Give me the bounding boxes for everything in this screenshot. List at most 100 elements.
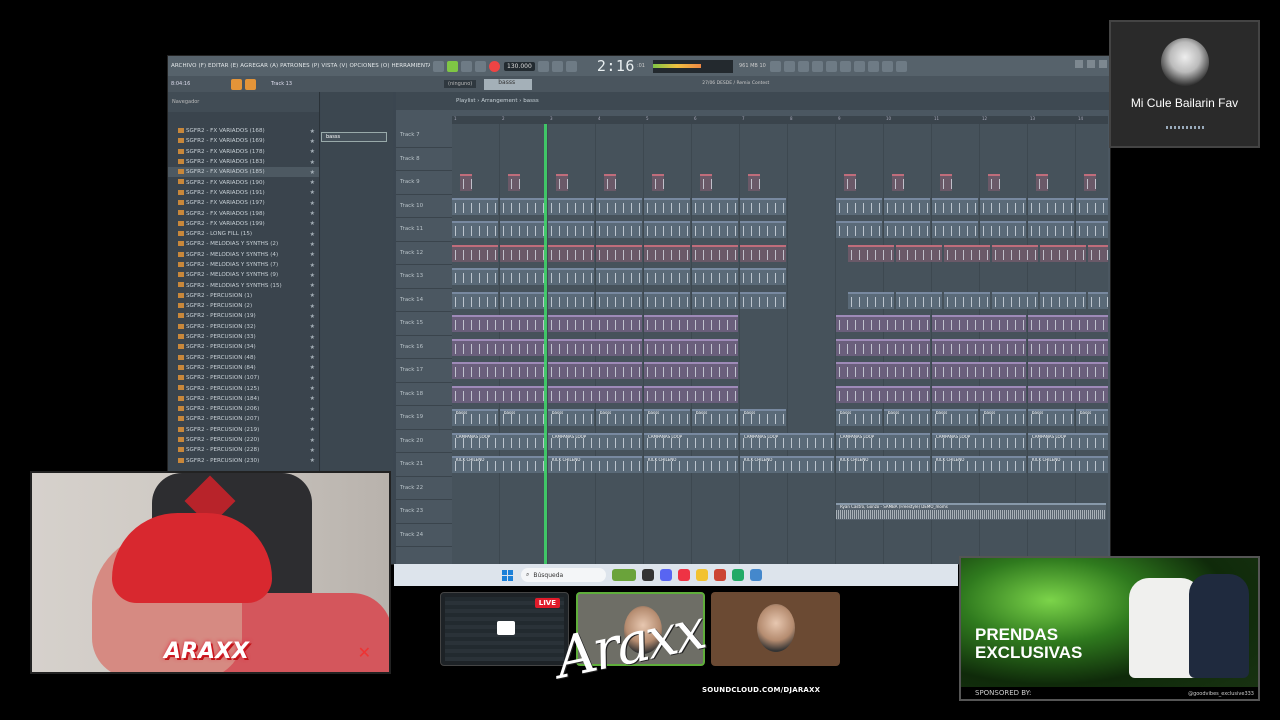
plugin-icon[interactable] (867, 60, 879, 72)
pattern-clip[interactable] (1028, 197, 1074, 215)
favorite-star-icon[interactable]: ★ (310, 447, 315, 454)
pattern-clip[interactable] (452, 338, 546, 356)
pattern-clip[interactable] (1028, 385, 1108, 403)
pattern-clip[interactable] (944, 244, 990, 262)
track-label[interactable]: Track 19 (396, 406, 452, 430)
pattern-clip[interactable] (452, 197, 498, 215)
transport-pattern-song-toggle[interactable] (433, 60, 444, 72)
task-view-icon[interactable] (642, 569, 654, 581)
track-label[interactable]: Track 18 (396, 383, 452, 406)
pattern-clip[interactable]: basss (1076, 409, 1108, 426)
favorite-star-icon[interactable]: ★ (310, 385, 315, 392)
pattern-clip[interactable] (452, 291, 498, 309)
playhead[interactable] (544, 124, 547, 564)
pattern-clip[interactable] (548, 244, 594, 262)
pattern-clip[interactable] (940, 174, 952, 191)
browser-item[interactable]: SGFR2 - PERCUSION (125) ★ (168, 383, 319, 393)
pattern-clip[interactable] (596, 197, 642, 215)
audio-clip[interactable]: Ryan Castro, Gonzo - SAMBA (Freestyle) D… (836, 503, 1106, 520)
favorite-star-icon[interactable]: ★ (310, 375, 315, 382)
mic-icon[interactable] (797, 60, 809, 72)
pattern-clip[interactable] (848, 244, 894, 262)
minimize-icon[interactable] (1075, 60, 1083, 68)
channel-rack-icon[interactable] (839, 60, 851, 72)
favorite-star-icon[interactable]: ★ (310, 220, 315, 227)
pattern-clip[interactable] (1028, 315, 1108, 332)
pattern-clip[interactable] (452, 315, 546, 332)
folder-icon[interactable] (696, 569, 708, 581)
pattern-clip[interactable] (896, 291, 942, 309)
pattern-clip[interactable] (892, 174, 904, 191)
pattern-clip[interactable] (500, 221, 546, 238)
pattern-clip[interactable] (836, 385, 930, 403)
favorite-star-icon[interactable]: ★ (310, 262, 315, 269)
pattern-clip[interactable] (500, 244, 546, 262)
track-label[interactable]: Track 22 (396, 477, 452, 500)
pattern-clip[interactable] (692, 197, 738, 215)
browser-item[interactable]: SGFR2 - PERCUSION (32) ★ (168, 322, 319, 332)
pattern-clip[interactable] (836, 315, 930, 332)
favorite-star-icon[interactable]: ★ (310, 457, 315, 464)
favorite-star-icon[interactable]: ★ (310, 323, 315, 330)
browser-item[interactable]: SGFR2 - PERCUSION (184) ★ (168, 394, 319, 404)
pattern-clip[interactable] (644, 221, 690, 238)
favorite-star-icon[interactable]: ★ (310, 138, 315, 145)
pattern-clip[interactable]: KICK CHILENO (932, 456, 1026, 473)
pattern-clip[interactable] (1088, 244, 1108, 262)
pattern-clip[interactable] (644, 291, 690, 309)
pattern-clip[interactable] (596, 291, 642, 309)
taskbar-search[interactable]: ⌕ Búsqueda (521, 568, 606, 582)
track-label[interactable]: Track 17 (396, 359, 452, 383)
track-label[interactable]: Track 9 (396, 171, 452, 195)
pattern-clip[interactable] (500, 197, 546, 215)
pattern-clip[interactable]: KICK CHILENO (740, 456, 834, 473)
pattern-clip[interactable] (692, 244, 738, 262)
weather-widget-icon[interactable] (612, 569, 636, 581)
app-icon[interactable] (714, 569, 726, 581)
pattern-clip[interactable] (740, 244, 786, 262)
track-label[interactable]: Track 16 (396, 336, 452, 359)
pattern-clip[interactable] (932, 362, 1026, 379)
favorite-star-icon[interactable]: ★ (310, 354, 315, 361)
browser-item[interactable]: SGFR2 - FX VARIADOS (191) ★ (168, 188, 319, 198)
browser-item[interactable]: SGFR2 - FX VARIADOS (190) ★ (168, 177, 319, 187)
record-button[interactable] (489, 60, 500, 72)
pattern-clip[interactable] (596, 244, 642, 262)
track-label[interactable]: Track 12 (396, 242, 452, 265)
browser-item[interactable]: SGFR2 - MELODIAS Y SYNTHS (2) ★ (168, 239, 319, 249)
pattern-clip[interactable] (1076, 197, 1108, 215)
pattern-clip[interactable] (596, 221, 642, 238)
pattern-clip[interactable]: CAMPANAS LOOP (548, 432, 642, 450)
browser-item[interactable]: SGFR2 - FX VARIADOS (168) ★ (168, 126, 319, 136)
chat-icon[interactable] (881, 60, 893, 72)
pattern-clip[interactable]: basss (644, 409, 690, 426)
favorite-star-icon[interactable]: ★ (310, 200, 315, 207)
windows-start-icon[interactable] (502, 569, 513, 581)
browser-item[interactable]: SGFR2 - PERCUSION (19) ★ (168, 311, 319, 321)
favorite-star-icon[interactable]: ★ (310, 344, 315, 351)
favorite-star-icon[interactable]: ★ (310, 241, 315, 248)
pattern-clip[interactable]: KICK CHILENO (644, 456, 738, 473)
pattern-clip[interactable]: basss (836, 409, 882, 426)
pattern-clip[interactable] (692, 221, 738, 238)
tempo-display[interactable]: 130.000 (504, 61, 535, 71)
pattern-clip[interactable] (652, 174, 664, 191)
browser-item[interactable]: SGFR2 - FX VARIADOS (178) ★ (168, 147, 319, 157)
pattern-clip[interactable] (452, 268, 498, 285)
pattern-clip[interactable] (452, 362, 546, 379)
menu-items[interactable]: ARCHIVO (F) EDITAR (E) AGREGAR (A) PATRO… (168, 63, 430, 69)
pattern-clip[interactable] (740, 268, 786, 285)
browser-item[interactable]: SGFR2 - PERCUSION (220) ★ (168, 435, 319, 445)
browser-item[interactable]: SGFR2 - PERCUSION (33) ★ (168, 332, 319, 342)
pattern-clip[interactable] (500, 268, 546, 285)
pattern-clip[interactable] (980, 221, 1026, 238)
favorite-star-icon[interactable]: ★ (310, 303, 315, 310)
browser-item[interactable]: SGFR2 - PERCUSION (2) ★ (168, 301, 319, 311)
pattern-clip[interactable]: basss (692, 409, 738, 426)
pattern-clip[interactable] (1040, 244, 1086, 262)
pattern-clip[interactable]: KICK CHILENO (836, 456, 930, 473)
pattern-clip[interactable]: basss (740, 409, 786, 426)
pattern-clip[interactable]: basss (452, 409, 498, 426)
help-icon[interactable] (811, 60, 823, 72)
pattern-clip[interactable] (884, 221, 930, 238)
